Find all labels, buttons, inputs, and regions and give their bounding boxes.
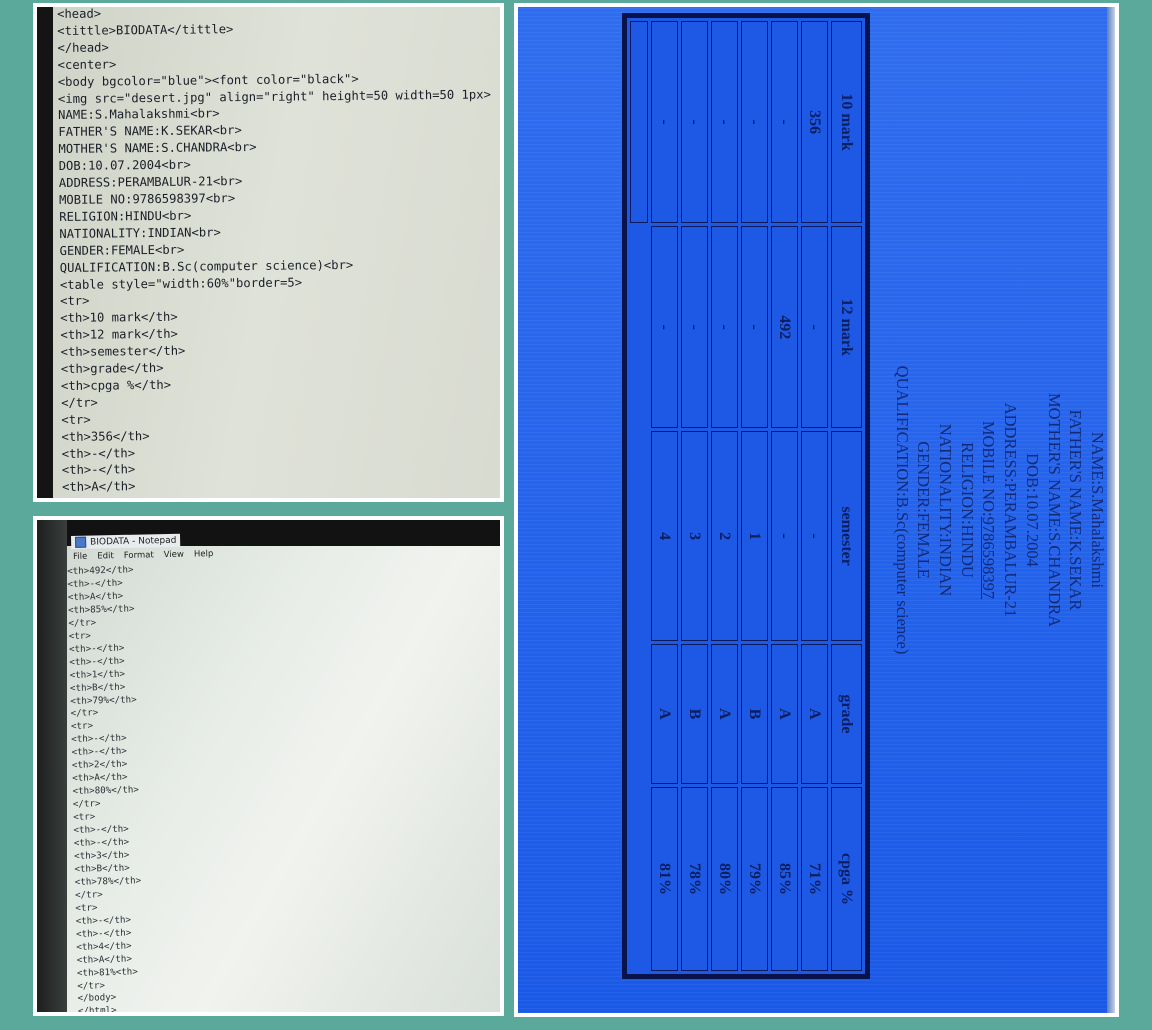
table-cell: 492 bbox=[771, 226, 798, 429]
notepad-menu-bar: File Edit Format View Help bbox=[73, 549, 213, 562]
table-header-cell: cpga % bbox=[831, 786, 862, 971]
table-cell: A bbox=[711, 643, 738, 784]
table-cell: - bbox=[711, 21, 738, 224]
table-row: -492- A 85% bbox=[771, 21, 798, 971]
notepad-line: </html> bbox=[77, 1005, 117, 1012]
table-cell: - bbox=[801, 431, 828, 641]
bio-line: FATHER'S NAME:K.SEKAR bbox=[1066, 409, 1086, 611]
table-cell: 80% bbox=[711, 786, 738, 971]
table-cell: 3 bbox=[681, 431, 708, 641]
table-cell: 71% bbox=[801, 786, 828, 971]
menu-item-view[interactable]: View bbox=[164, 550, 184, 560]
code-photo-top: <head> <tittle>BIODATA</tittle> </head> <ce… bbox=[33, 3, 504, 502]
table-header-cell: semester bbox=[831, 431, 862, 641]
table-empty-cell bbox=[630, 21, 648, 224]
table-cell: - bbox=[741, 226, 768, 429]
code-screen-top: <head> <tittle>BIODATA</tittle> </head> <ce… bbox=[37, 7, 500, 498]
table-empty-row bbox=[630, 21, 648, 971]
table-header-cell: 10 mark bbox=[831, 21, 862, 224]
bio-line: RELIGION:HINDU bbox=[957, 442, 977, 578]
notepad-line: <th>78%</th> bbox=[74, 875, 142, 888]
table-row: - -3 B 78% bbox=[681, 21, 708, 971]
table-cell: - bbox=[771, 21, 798, 224]
table-header-row: 10 mark 12 mark semester grade cpga % bbox=[831, 21, 862, 971]
table-cell: - bbox=[651, 226, 678, 429]
mobile-value: 9786598397 bbox=[979, 516, 999, 600]
table-row: - -2 A 80% bbox=[711, 21, 738, 971]
rendered-page-photo: NAME:S.Mahalakshmi FATHER'S NAME:K.SEKAR M… bbox=[514, 3, 1119, 1017]
menu-item-file[interactable]: File bbox=[73, 552, 87, 562]
bio-block: NAME:S.Mahalakshmi FATHER'S NAME:K.SEKAR M… bbox=[891, 7, 1108, 1013]
table-cell: - bbox=[741, 21, 768, 224]
table-cell: 356 bbox=[801, 21, 828, 224]
bio-line: QUALIFICATION:B.Sc(computer science) bbox=[892, 365, 912, 655]
table-cell: B bbox=[681, 643, 708, 784]
mobile-label: MOBILE NO: bbox=[979, 420, 999, 517]
table-cell: - bbox=[651, 21, 678, 224]
table-cell: 1 bbox=[741, 431, 768, 641]
bio-line: NAME:S.Mahalakshmi bbox=[1088, 431, 1107, 589]
table-cell: 85% bbox=[771, 786, 798, 971]
bio-lines: NAME:S.Mahalakshmi FATHER'S NAME:K.SEKAR M… bbox=[999, 7, 1108, 1013]
notepad-photo: BIODATA - Notepad File Edit Format View Help… bbox=[33, 516, 504, 1016]
notepad-screen: BIODATA - Notepad File Edit Format View Help… bbox=[37, 520, 500, 1012]
notepad-line: <th>85%</th> bbox=[67, 603, 135, 616]
screen-left-bezel bbox=[37, 520, 67, 1012]
bio-lines-after: RELIGION:HINDU NATIONALITY:INDIAN GENDER:F… bbox=[891, 7, 978, 1013]
table-cell: 78% bbox=[681, 786, 708, 971]
table-row: 356- - A 71% bbox=[801, 21, 828, 971]
table-cell: - bbox=[801, 226, 828, 429]
menu-item-edit[interactable]: Edit bbox=[97, 551, 114, 561]
table-cell: A bbox=[651, 643, 678, 784]
notepad-line: <th>79%</th> bbox=[70, 693, 137, 707]
notepad-app-icon bbox=[75, 536, 87, 548]
table-cell: A bbox=[801, 643, 828, 784]
marks-table: 10 mark 12 mark semester grade cpga % 356- - A 7… bbox=[622, 13, 870, 979]
menu-item-format[interactable]: Format bbox=[124, 550, 154, 561]
table-cell: - bbox=[681, 226, 708, 429]
table-row: - -1 B 79% bbox=[741, 21, 768, 971]
table-cell: B bbox=[741, 643, 768, 784]
table-cell: A bbox=[771, 643, 798, 784]
bio-mobile: MOBILE NO:9786598397 bbox=[978, 7, 1000, 1013]
menu-item-help[interactable]: Help bbox=[194, 549, 214, 559]
html-source-top: <head> <tittle>BIODATA</tittle> </head> <ce… bbox=[57, 7, 495, 498]
notepad-line: <th>492</th> bbox=[67, 564, 134, 577]
bio-line: GENDER:FEMALE bbox=[914, 441, 934, 579]
table-cell: - bbox=[681, 21, 708, 224]
table-header-cell: 12 mark bbox=[831, 226, 862, 429]
table-cell: 4 bbox=[651, 431, 678, 641]
bio-line: MOTHER'S NAME:S.CHANDRA bbox=[1044, 393, 1064, 627]
table-header-cell: grade bbox=[831, 643, 862, 784]
table-cell: - bbox=[711, 226, 738, 429]
notepad-title-bar[interactable]: BIODATA - Notepad bbox=[71, 533, 181, 549]
browser-render: NAME:S.Mahalakshmi FATHER'S NAME:K.SEKAR M… bbox=[518, 7, 1115, 1013]
bio-line: DOB:10.07.2004 bbox=[1022, 453, 1042, 567]
monitor-bezel bbox=[37, 7, 53, 498]
notepad-title: BIODATA - Notepad bbox=[90, 535, 177, 548]
table-cell: 2 bbox=[711, 431, 738, 641]
table-cell: 79% bbox=[741, 786, 768, 971]
table-cell: - bbox=[771, 431, 798, 641]
rotated-page: NAME:S.Mahalakshmi FATHER'S NAME:K.SEKAR M… bbox=[518, 7, 1115, 1013]
notepad-line: <th>81%<th> bbox=[76, 965, 138, 979]
notepad-line: <th>80%</th> bbox=[72, 784, 140, 798]
bio-line: ADDRESS:PERAMBALUR-21 bbox=[1001, 402, 1021, 618]
notepad-text-area[interactable]: <th>492</th> <th>-</th> <th>A</th> <th>85%<… bbox=[67, 564, 144, 1012]
bio-line: NATIONALITY:INDIAN bbox=[936, 423, 956, 597]
table-cell: 81% bbox=[651, 786, 678, 971]
screen-edge bbox=[1107, 7, 1115, 1013]
table-row: - -4 A 81% bbox=[651, 21, 678, 971]
